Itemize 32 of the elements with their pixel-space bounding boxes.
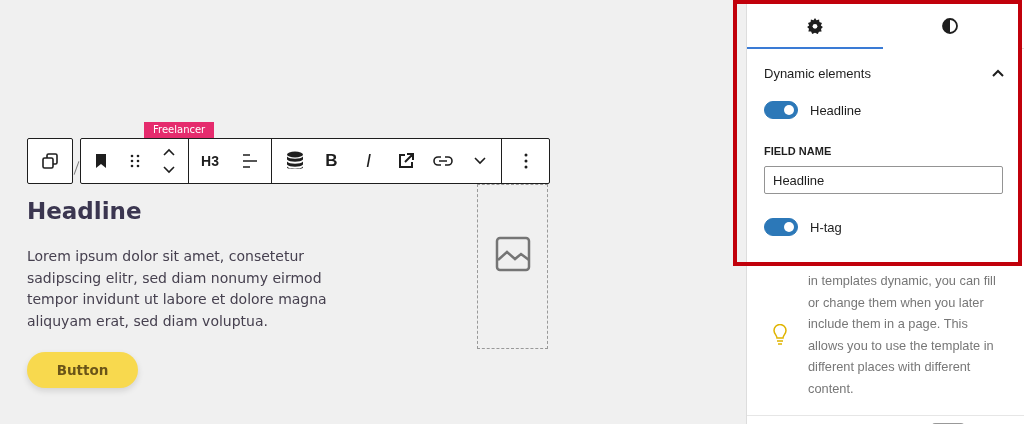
- image-placeholder[interactable]: [477, 184, 548, 349]
- link-icon: [432, 155, 453, 167]
- paragraph-text[interactable]: Lorem ipsum dolor sit amet, consetetur sadipscing elitr, sed diam nonumy eirmod tempor invidunt ut labore et dolore magna aliquyam erat, sed diam voluptua.: [27, 246, 327, 332]
- chevron-down-icon: [473, 157, 486, 165]
- toggle-switch[interactable]: [764, 218, 798, 236]
- copy-icon: [41, 152, 59, 170]
- up-down-chevron-icon: [162, 147, 176, 175]
- toggle-label: H-tag: [810, 219, 842, 235]
- italic-button[interactable]: I: [350, 139, 387, 183]
- section-title: Dynamic elements: [764, 65, 871, 81]
- headline-text[interactable]: Headline: [27, 196, 347, 226]
- heading-button[interactable]: H3: [190, 139, 230, 183]
- gear-icon: [806, 17, 823, 34]
- field-label: FIELD NAME: [764, 145, 833, 157]
- hint-text: in templates dynamic, you can fill or change them when you later include them in a page. This allows you to use the template in different places with different content.: [808, 272, 997, 398]
- more-vertical-icon: [523, 153, 528, 169]
- toggle-label: Headline: [810, 102, 862, 118]
- copy-button[interactable]: [27, 138, 73, 184]
- bold-button[interactable]: B: [313, 139, 350, 183]
- drag-handle-icon: [129, 153, 141, 169]
- cta-button[interactable]: Button: [27, 352, 138, 388]
- contrast-icon: [942, 17, 959, 34]
- external-link-icon: [396, 152, 415, 170]
- block-badge: Freelancer: [144, 122, 215, 138]
- bookmark-icon: [94, 153, 108, 169]
- field-name-input[interactable]: Headline: [764, 166, 1003, 194]
- toggle-switch[interactable]: [764, 101, 798, 119]
- chevron-up-icon[interactable]: [992, 69, 1004, 77]
- database-icon: [285, 151, 304, 171]
- align-left-icon: [241, 152, 259, 170]
- image-icon: [494, 236, 531, 272]
- lightbulb-icon: [772, 323, 788, 346]
